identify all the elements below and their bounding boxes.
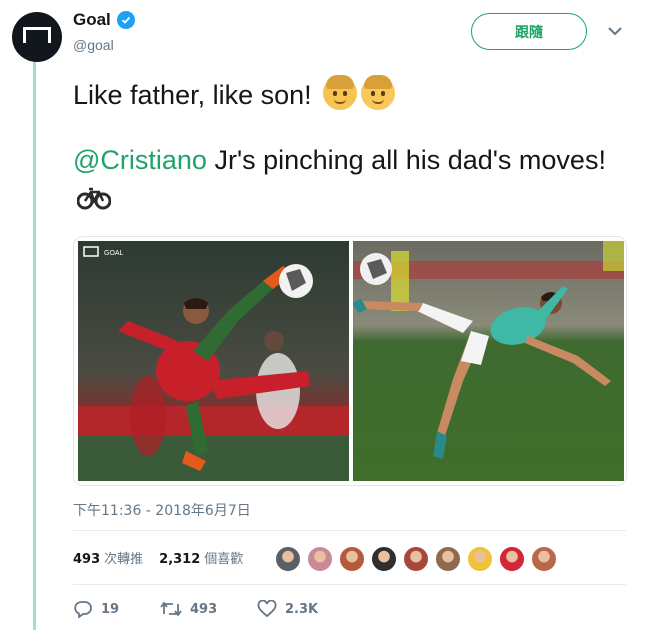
tweet-text: Like father, like son! @Cristiano Jr's p…: [73, 75, 613, 220]
goal-logo-icon: [23, 27, 51, 43]
like-stat-label: 個喜歡: [204, 552, 244, 567]
divider-bottom: [73, 584, 626, 585]
retweet-button[interactable]: 493: [160, 600, 257, 618]
bicycle-emoji-icon: [76, 183, 112, 220]
photo-logo-text: GOAL: [104, 250, 124, 257]
photo-cristiano-jr[interactable]: [353, 241, 624, 481]
man-emoji-icon: [323, 75, 358, 110]
retweet-icon: [160, 601, 182, 617]
follow-button[interactable]: 跟隨: [471, 13, 587, 50]
like-stat[interactable]: 2,312 個喜歡: [159, 548, 243, 567]
like-count: 2.3K: [285, 601, 319, 617]
heart-icon: [257, 600, 277, 618]
liker-avatar[interactable]: [435, 546, 461, 572]
mention-link[interactable]: @Cristiano: [73, 145, 207, 175]
like-stat-count: 2,312: [159, 552, 201, 567]
tweet-line-1: Like father, like son!: [73, 80, 312, 110]
liker-avatars: [275, 546, 557, 572]
reply-icon: [74, 601, 92, 618]
tweet-stats: 493 次轉推 2,312 個喜歡: [73, 548, 243, 567]
account-name-row[interactable]: Goal: [73, 10, 135, 30]
photo-cristiano[interactable]: GOAL: [78, 241, 349, 481]
liker-avatar[interactable]: [499, 546, 525, 572]
liker-avatar[interactable]: [467, 546, 493, 572]
liker-avatar[interactable]: [403, 546, 429, 572]
liker-avatar[interactable]: [339, 546, 365, 572]
like-button[interactable]: 2.3K: [257, 600, 318, 618]
reply-button[interactable]: 19: [73, 600, 160, 618]
media-container[interactable]: GOAL: [73, 236, 627, 486]
liker-avatar[interactable]: [531, 546, 557, 572]
retweet-stat-label: 次轉推: [104, 552, 144, 567]
liker-avatar[interactable]: [307, 546, 333, 572]
boy-emoji-icon: [361, 75, 396, 110]
avatar[interactable]: [12, 12, 62, 62]
retweet-count: 493: [190, 601, 218, 617]
thread-line: [33, 62, 36, 630]
reply-count: 19: [101, 601, 120, 617]
retweet-stat[interactable]: 493 次轉推: [73, 548, 143, 567]
tweet-timestamp[interactable]: 下午11:36 - 2018年6月7日: [73, 500, 251, 520]
liker-avatar[interactable]: [371, 546, 397, 572]
tweet-line-2: Jr's pinching all his dad's moves!: [206, 145, 606, 175]
tweet-actions: 19 493 2.3K: [73, 600, 318, 618]
display-name[interactable]: Goal: [73, 10, 111, 30]
retweet-stat-count: 493: [73, 552, 101, 567]
divider-top: [73, 530, 626, 531]
account-handle[interactable]: @goal: [73, 37, 114, 53]
chevron-down-icon[interactable]: [606, 24, 624, 38]
verified-badge-icon: [116, 11, 135, 29]
liker-avatar[interactable]: [275, 546, 301, 572]
